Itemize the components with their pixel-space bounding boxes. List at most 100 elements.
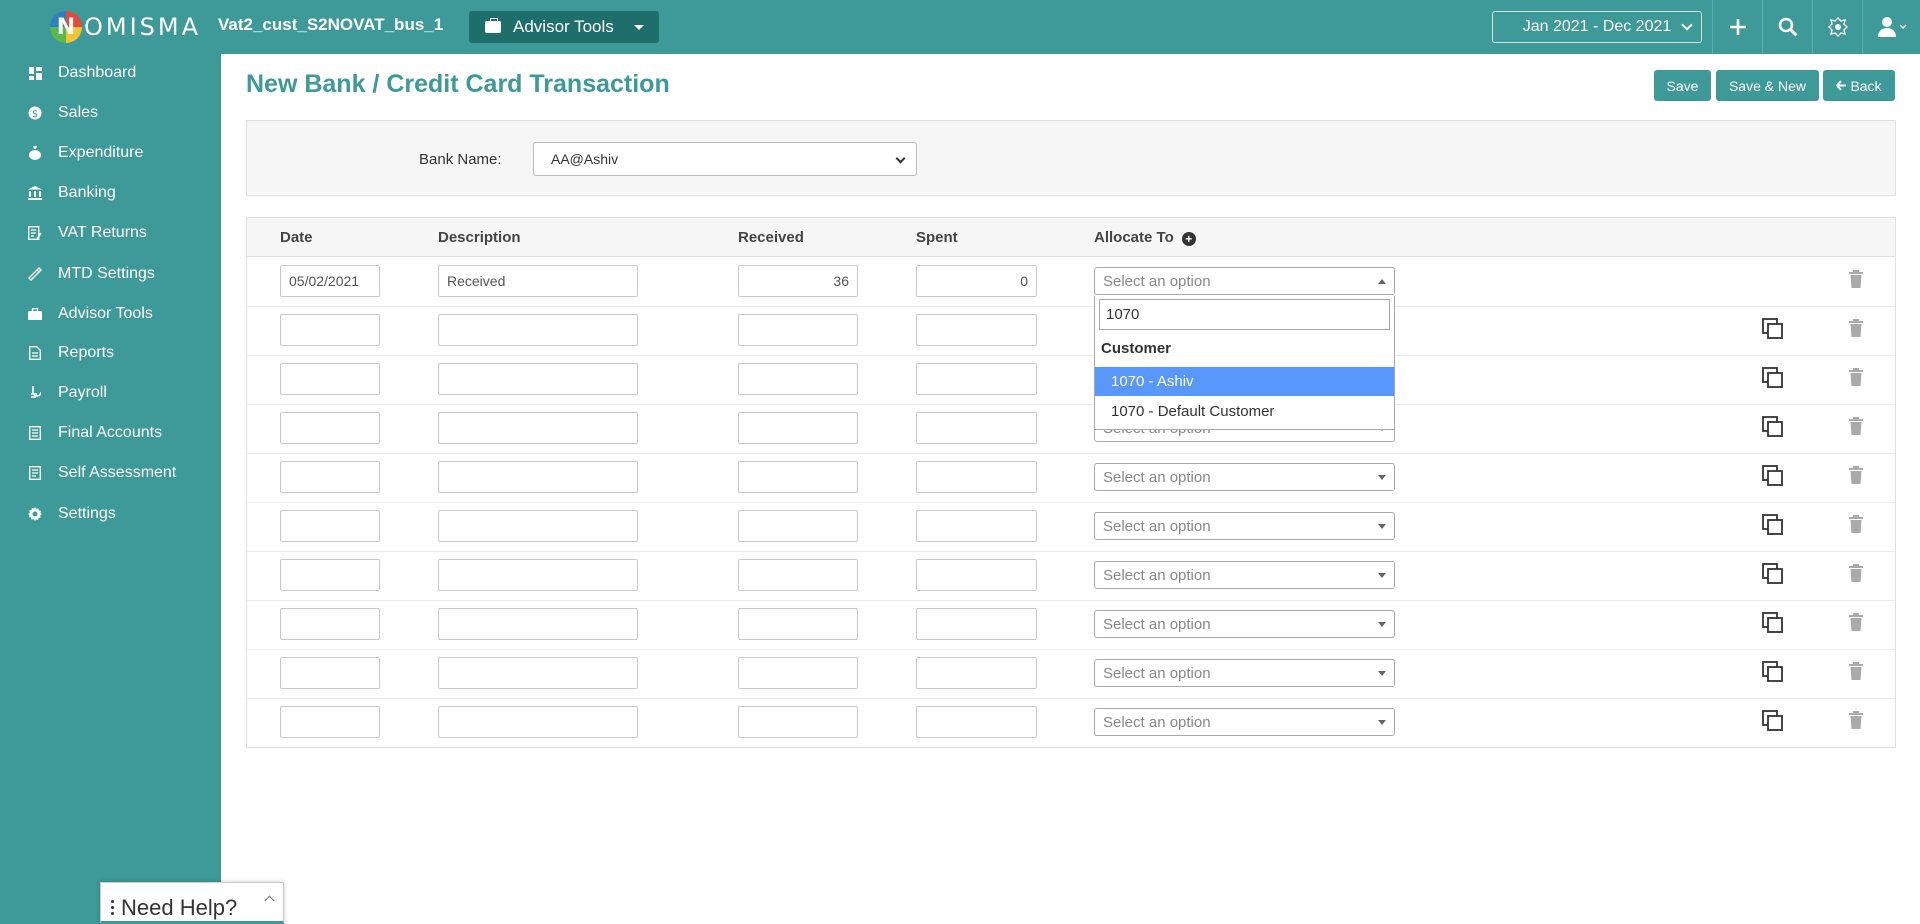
received-input[interactable] [738, 706, 858, 738]
sidebar-item-advisor-tools[interactable]: Advisor Tools [0, 296, 221, 332]
chevron-up-icon[interactable] [264, 895, 275, 906]
date-input[interactable] [280, 363, 380, 395]
trash-icon[interactable] [1848, 466, 1864, 484]
sidebar-item-banking[interactable]: Banking [0, 175, 221, 211]
copy-icon[interactable] [1762, 416, 1784, 438]
received-input[interactable]: 36 [738, 265, 858, 297]
sidebar-item-vat-returns[interactable]: VAT Returns [0, 215, 221, 251]
sidebar-item-expenditure[interactable]: Expenditure [0, 135, 221, 171]
date-input[interactable] [280, 461, 380, 493]
copy-icon[interactable] [1762, 465, 1784, 487]
trash-icon[interactable] [1848, 368, 1864, 386]
spent-input[interactable] [916, 559, 1037, 591]
drag-handle-icon[interactable] [111, 900, 114, 916]
trash-icon[interactable] [1848, 515, 1864, 533]
sidebar-item-settings[interactable]: Settings [0, 496, 221, 532]
copy-icon[interactable] [1762, 661, 1784, 683]
date-input[interactable] [280, 706, 380, 738]
copy-icon[interactable] [1762, 612, 1784, 634]
allocate-select[interactable]: Select an option [1094, 463, 1395, 491]
description-input[interactable] [438, 706, 638, 738]
caret-down-icon [1378, 475, 1386, 480]
description-input[interactable] [438, 657, 638, 689]
need-help-widget[interactable]: Need Help? [100, 882, 284, 924]
sidebar-item-mtd-settings[interactable]: MTD Settings [0, 256, 221, 292]
add-allocation-icon[interactable]: + [1181, 232, 1196, 246]
received-input[interactable] [738, 510, 858, 542]
advisor-tools-button[interactable]: Advisor Tools [469, 11, 659, 43]
allocate-placeholder: Select an option [1103, 615, 1211, 633]
sidebar-item-reports[interactable]: Reports [0, 335, 221, 371]
copy-icon[interactable] [1762, 367, 1784, 389]
hmrc-button[interactable] [1812, 0, 1862, 54]
description-input[interactable] [438, 314, 638, 346]
save-button[interactable]: Save [1654, 70, 1711, 101]
description-input[interactable] [438, 510, 638, 542]
search-button[interactable] [1762, 0, 1812, 54]
allocate-select[interactable]: Select an option [1094, 708, 1395, 736]
user-menu-button[interactable] [1862, 0, 1920, 54]
sidebar-item-self-assessment[interactable]: Self Assessment [0, 455, 221, 491]
description-input[interactable] [438, 608, 638, 640]
received-input[interactable] [738, 363, 858, 395]
nomisma-logo[interactable]: N OMISMA [50, 10, 201, 44]
trash-icon[interactable] [1848, 417, 1864, 435]
description-input[interactable] [438, 412, 638, 444]
spent-input[interactable] [916, 461, 1037, 493]
period-select[interactable]: Jan 2021 - Dec 2021 [1492, 11, 1702, 43]
dropdown-option[interactable]: 1070 - Ashiv [1095, 367, 1394, 396]
copy-icon[interactable] [1762, 563, 1784, 585]
dropdown-search-input[interactable]: 1070 [1099, 299, 1390, 330]
trash-icon[interactable] [1848, 662, 1864, 680]
spent-input[interactable] [916, 314, 1037, 346]
save-new-button[interactable]: Save & New [1716, 70, 1819, 101]
spent-input[interactable] [916, 412, 1037, 444]
sidebar-item-dashboard[interactable]: Dashboard [0, 55, 221, 91]
received-input[interactable] [738, 559, 858, 591]
date-input[interactable]: 05/02/2021 [280, 265, 380, 297]
spent-input[interactable]: 0 [916, 265, 1037, 297]
copy-icon[interactable] [1762, 318, 1784, 340]
bank-name-select[interactable]: AA@Ashiv [533, 142, 917, 176]
add-button[interactable] [1712, 0, 1762, 54]
date-input[interactable] [280, 657, 380, 689]
trash-icon[interactable] [1848, 270, 1864, 288]
received-input[interactable] [738, 314, 858, 346]
allocate-select[interactable]: Select an option [1094, 512, 1395, 540]
spent-input[interactable] [916, 363, 1037, 395]
back-button[interactable]: Back [1823, 70, 1895, 101]
date-input[interactable] [280, 510, 380, 542]
received-input[interactable] [738, 461, 858, 493]
date-input[interactable] [280, 314, 380, 346]
crest-icon [1827, 17, 1848, 37]
trash-icon[interactable] [1848, 319, 1864, 337]
trash-icon[interactable] [1848, 711, 1864, 729]
received-input[interactable] [738, 608, 858, 640]
sidebar-item-final-accounts[interactable]: Final Accounts [0, 415, 221, 451]
trash-icon[interactable] [1848, 564, 1864, 582]
description-input[interactable] [438, 461, 638, 493]
sidebar-item-sales[interactable]: $ Sales [0, 95, 221, 131]
spent-input[interactable] [916, 706, 1037, 738]
sidebar-item-payroll[interactable]: Payroll [0, 375, 221, 411]
spent-input[interactable] [916, 657, 1037, 689]
description-input[interactable]: Received [438, 265, 638, 297]
copy-icon[interactable] [1762, 710, 1784, 732]
received-input[interactable] [738, 412, 858, 444]
trash-icon[interactable] [1848, 613, 1864, 631]
description-input[interactable] [438, 363, 638, 395]
allocate-select[interactable]: Select an option [1094, 267, 1395, 295]
date-input[interactable] [280, 412, 380, 444]
bank-panel: Bank Name: AA@Ashiv [246, 120, 1896, 196]
allocate-select[interactable]: Select an option [1094, 561, 1395, 589]
allocate-select[interactable]: Select an option [1094, 610, 1395, 638]
description-input[interactable] [438, 559, 638, 591]
copy-icon[interactable] [1762, 514, 1784, 536]
spent-input[interactable] [916, 510, 1037, 542]
allocate-select[interactable]: Select an option [1094, 659, 1395, 687]
received-input[interactable] [738, 657, 858, 689]
date-input[interactable] [280, 559, 380, 591]
date-input[interactable] [280, 608, 380, 640]
dropdown-option[interactable]: 1070 - Default Customer [1095, 397, 1394, 426]
spent-input[interactable] [916, 608, 1037, 640]
